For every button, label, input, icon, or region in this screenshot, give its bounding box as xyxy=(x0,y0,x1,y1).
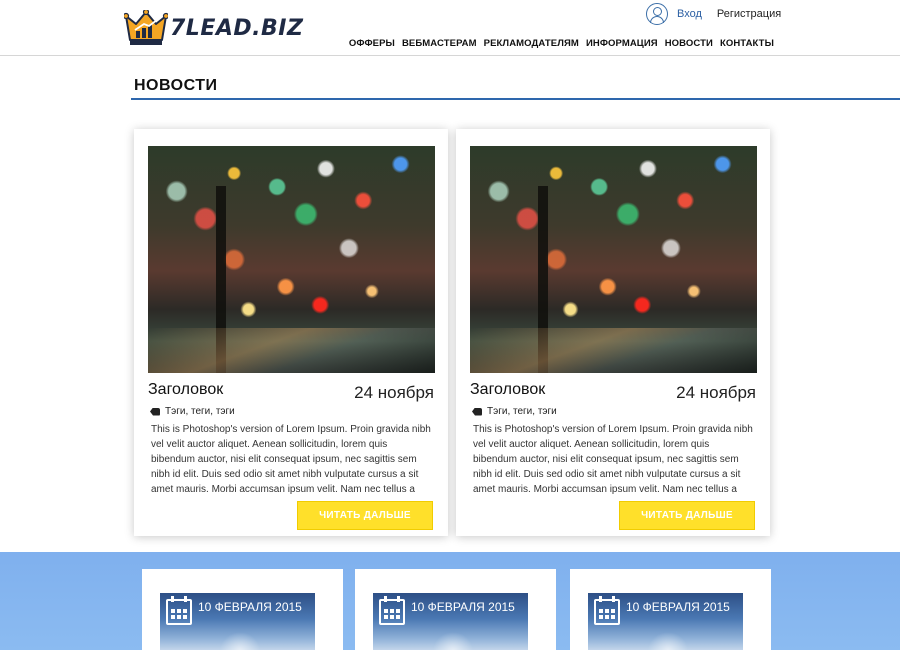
read-more-button[interactable]: ЧИТАТЬ ДАЛЬШЕ xyxy=(619,501,755,530)
register-link[interactable]: Регистрация xyxy=(717,8,781,20)
event-card[interactable]: 10 ФЕВРАЛЯ 2015 xyxy=(355,569,556,650)
nav-item-contacts[interactable]: КОНТАКТЫ xyxy=(720,38,774,49)
event-card[interactable]: 10 ФЕВРАЛЯ 2015 xyxy=(570,569,771,650)
main-nav: ОФФЕРЫ ВЕБМАСТЕРАМ РЕКЛАМОДАТЕЛЯМ ИНФОРМ… xyxy=(349,38,774,49)
news-title[interactable]: Заголовок xyxy=(148,381,223,399)
event-image: 10 ФЕВРАЛЯ 2015 xyxy=(373,593,528,650)
nav-item-info[interactable]: ИНФОРМАЦИЯ xyxy=(586,38,658,49)
nav-item-news[interactable]: НОВОСТИ xyxy=(665,38,713,49)
calendar-icon xyxy=(594,596,620,625)
event-image: 10 ФЕВРАЛЯ 2015 xyxy=(588,593,743,650)
calendar-icon xyxy=(379,596,405,625)
news-excerpt: This is Photoshop's version of Lorem Ips… xyxy=(151,424,431,495)
tag-icon xyxy=(472,407,482,416)
news-date: 24 ноября xyxy=(676,383,756,402)
event-date: 10 ФЕВРАЛЯ 2015 xyxy=(411,600,515,614)
crown-chart-icon xyxy=(124,10,168,46)
event-image: 10 ФЕВРАЛЯ 2015 xyxy=(160,593,315,650)
title-divider xyxy=(131,98,900,100)
news-title[interactable]: Заголовок xyxy=(470,381,545,399)
nav-item-advertisers[interactable]: РЕКЛАМОДАТЕЛЯМ xyxy=(484,38,579,49)
site-header: 7LEAD.BIZ Вход Регистрация ОФФЕРЫ ВЕБМАС… xyxy=(0,0,900,56)
login-link[interactable]: Вход xyxy=(677,8,702,20)
page-title: НОВОСТИ xyxy=(134,77,218,94)
event-date: 10 ФЕВРАЛЯ 2015 xyxy=(626,600,730,614)
event-date: 10 ФЕВРАЛЯ 2015 xyxy=(198,600,302,614)
news-tags: Тэги, теги, тэги xyxy=(150,406,235,417)
nav-item-offers[interactable]: ОФФЕРЫ xyxy=(349,38,395,49)
logo-text: 7LEAD.BIZ xyxy=(170,15,304,41)
tag-icon xyxy=(150,407,160,416)
news-tags-text[interactable]: Тэги, теги, тэги xyxy=(487,406,557,417)
nav-item-webmasters[interactable]: ВЕБМАСТЕРАМ xyxy=(402,38,477,49)
read-more-button[interactable]: ЧИТАТЬ ДАЛЬШЕ xyxy=(297,501,433,530)
news-date: 24 ноября xyxy=(354,383,434,402)
user-icon[interactable] xyxy=(646,3,668,25)
news-excerpt: This is Photoshop's version of Lorem Ips… xyxy=(473,424,753,495)
news-tags: Тэги, теги, тэги xyxy=(472,406,557,417)
site-logo[interactable]: 7LEAD.BIZ xyxy=(124,8,303,48)
news-image[interactable] xyxy=(148,146,435,373)
news-card: Заголовок 24 ноября Тэги, теги, тэги Thi… xyxy=(134,129,448,536)
news-card: Заголовок 24 ноября Тэги, теги, тэги Thi… xyxy=(456,129,770,536)
event-card[interactable]: 10 ФЕВРАЛЯ 2015 xyxy=(142,569,343,650)
auth-links: Вход Регистрация xyxy=(646,3,781,25)
news-image[interactable] xyxy=(470,146,757,373)
news-tags-text[interactable]: Тэги, теги, тэги xyxy=(165,406,235,417)
calendar-icon xyxy=(166,596,192,625)
